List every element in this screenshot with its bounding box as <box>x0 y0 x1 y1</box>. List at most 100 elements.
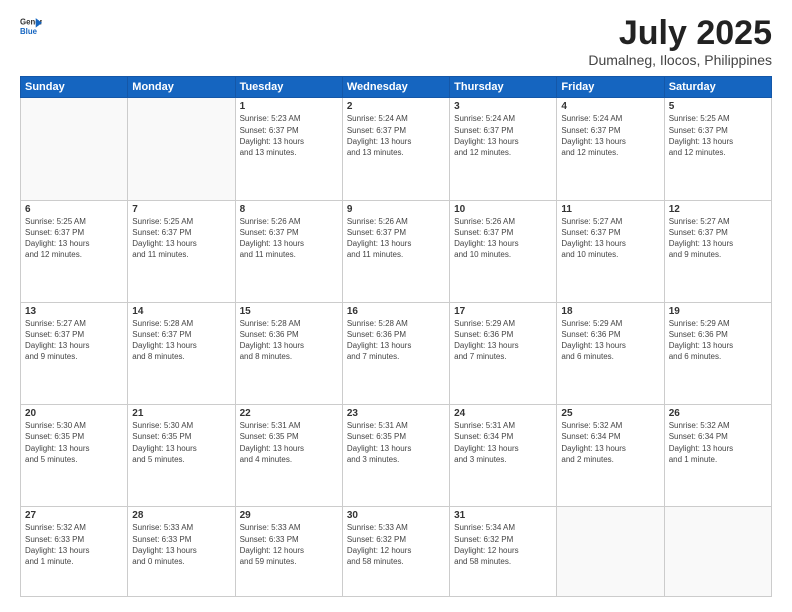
calendar-cell: 23Sunrise: 5:31 AM Sunset: 6:35 PM Dayli… <box>342 405 449 507</box>
day-number: 3 <box>454 101 552 112</box>
svg-text:Blue: Blue <box>20 27 38 36</box>
calendar-cell: 11Sunrise: 5:27 AM Sunset: 6:37 PM Dayli… <box>557 200 664 302</box>
week-row-3: 20Sunrise: 5:30 AM Sunset: 6:35 PM Dayli… <box>21 405 772 507</box>
day-info: Sunrise: 5:31 AM Sunset: 6:34 PM Dayligh… <box>454 420 552 465</box>
day-info: Sunrise: 5:31 AM Sunset: 6:35 PM Dayligh… <box>347 420 445 465</box>
day-info: Sunrise: 5:27 AM Sunset: 6:37 PM Dayligh… <box>25 318 123 363</box>
day-info: Sunrise: 5:33 AM Sunset: 6:32 PM Dayligh… <box>347 522 445 567</box>
day-number: 1 <box>240 101 338 112</box>
day-info: Sunrise: 5:25 AM Sunset: 6:37 PM Dayligh… <box>132 216 230 261</box>
day-number: 13 <box>25 306 123 317</box>
col-thursday: Thursday <box>450 77 557 98</box>
calendar-cell: 2Sunrise: 5:24 AM Sunset: 6:37 PM Daylig… <box>342 98 449 200</box>
logo: General Blue <box>20 15 42 37</box>
page: General Blue July 2025 Dumalneg, Ilocos,… <box>0 0 792 612</box>
day-info: Sunrise: 5:28 AM Sunset: 6:36 PM Dayligh… <box>240 318 338 363</box>
day-number: 25 <box>561 408 659 419</box>
day-number: 20 <box>25 408 123 419</box>
day-info: Sunrise: 5:30 AM Sunset: 6:35 PM Dayligh… <box>25 420 123 465</box>
day-number: 17 <box>454 306 552 317</box>
day-info: Sunrise: 5:29 AM Sunset: 6:36 PM Dayligh… <box>669 318 767 363</box>
day-number: 8 <box>240 204 338 215</box>
logo-icon: General Blue <box>20 15 42 37</box>
calendar-cell: 19Sunrise: 5:29 AM Sunset: 6:36 PM Dayli… <box>664 302 771 404</box>
calendar-cell: 29Sunrise: 5:33 AM Sunset: 6:33 PM Dayli… <box>235 507 342 597</box>
calendar-cell: 4Sunrise: 5:24 AM Sunset: 6:37 PM Daylig… <box>557 98 664 200</box>
day-info: Sunrise: 5:34 AM Sunset: 6:32 PM Dayligh… <box>454 522 552 567</box>
calendar-cell <box>21 98 128 200</box>
day-info: Sunrise: 5:26 AM Sunset: 6:37 PM Dayligh… <box>240 216 338 261</box>
calendar-cell: 5Sunrise: 5:25 AM Sunset: 6:37 PM Daylig… <box>664 98 771 200</box>
main-title: July 2025 <box>588 15 772 52</box>
calendar-cell: 22Sunrise: 5:31 AM Sunset: 6:35 PM Dayli… <box>235 405 342 507</box>
day-number: 28 <box>132 510 230 521</box>
day-info: Sunrise: 5:27 AM Sunset: 6:37 PM Dayligh… <box>561 216 659 261</box>
day-number: 12 <box>669 204 767 215</box>
day-number: 30 <box>347 510 445 521</box>
calendar-cell: 20Sunrise: 5:30 AM Sunset: 6:35 PM Dayli… <box>21 405 128 507</box>
calendar-cell: 17Sunrise: 5:29 AM Sunset: 6:36 PM Dayli… <box>450 302 557 404</box>
calendar-cell: 28Sunrise: 5:33 AM Sunset: 6:33 PM Dayli… <box>128 507 235 597</box>
calendar-cell: 7Sunrise: 5:25 AM Sunset: 6:37 PM Daylig… <box>128 200 235 302</box>
day-number: 26 <box>669 408 767 419</box>
day-info: Sunrise: 5:33 AM Sunset: 6:33 PM Dayligh… <box>240 522 338 567</box>
calendar-cell: 25Sunrise: 5:32 AM Sunset: 6:34 PM Dayli… <box>557 405 664 507</box>
calendar-cell: 21Sunrise: 5:30 AM Sunset: 6:35 PM Dayli… <box>128 405 235 507</box>
day-number: 2 <box>347 101 445 112</box>
calendar-cell: 24Sunrise: 5:31 AM Sunset: 6:34 PM Dayli… <box>450 405 557 507</box>
day-number: 18 <box>561 306 659 317</box>
calendar-cell: 12Sunrise: 5:27 AM Sunset: 6:37 PM Dayli… <box>664 200 771 302</box>
day-info: Sunrise: 5:27 AM Sunset: 6:37 PM Dayligh… <box>669 216 767 261</box>
day-number: 10 <box>454 204 552 215</box>
day-info: Sunrise: 5:30 AM Sunset: 6:35 PM Dayligh… <box>132 420 230 465</box>
day-info: Sunrise: 5:26 AM Sunset: 6:37 PM Dayligh… <box>454 216 552 261</box>
day-info: Sunrise: 5:32 AM Sunset: 6:34 PM Dayligh… <box>561 420 659 465</box>
title-area: July 2025 Dumalneg, Ilocos, Philippines <box>588 15 772 68</box>
calendar-cell: 13Sunrise: 5:27 AM Sunset: 6:37 PM Dayli… <box>21 302 128 404</box>
day-number: 29 <box>240 510 338 521</box>
header: General Blue July 2025 Dumalneg, Ilocos,… <box>20 15 772 68</box>
day-info: Sunrise: 5:26 AM Sunset: 6:37 PM Dayligh… <box>347 216 445 261</box>
calendar-cell: 10Sunrise: 5:26 AM Sunset: 6:37 PM Dayli… <box>450 200 557 302</box>
calendar-cell: 31Sunrise: 5:34 AM Sunset: 6:32 PM Dayli… <box>450 507 557 597</box>
day-number: 4 <box>561 101 659 112</box>
day-number: 14 <box>132 306 230 317</box>
calendar-cell <box>557 507 664 597</box>
day-number: 15 <box>240 306 338 317</box>
col-saturday: Saturday <box>664 77 771 98</box>
week-row-2: 13Sunrise: 5:27 AM Sunset: 6:37 PM Dayli… <box>21 302 772 404</box>
calendar-cell <box>664 507 771 597</box>
day-number: 22 <box>240 408 338 419</box>
day-info: Sunrise: 5:24 AM Sunset: 6:37 PM Dayligh… <box>454 113 552 158</box>
day-number: 19 <box>669 306 767 317</box>
day-info: Sunrise: 5:29 AM Sunset: 6:36 PM Dayligh… <box>561 318 659 363</box>
calendar-cell: 8Sunrise: 5:26 AM Sunset: 6:37 PM Daylig… <box>235 200 342 302</box>
calendar-cell: 30Sunrise: 5:33 AM Sunset: 6:32 PM Dayli… <box>342 507 449 597</box>
day-number: 31 <box>454 510 552 521</box>
calendar-cell: 26Sunrise: 5:32 AM Sunset: 6:34 PM Dayli… <box>664 405 771 507</box>
day-number: 11 <box>561 204 659 215</box>
week-row-1: 6Sunrise: 5:25 AM Sunset: 6:37 PM Daylig… <box>21 200 772 302</box>
calendar-cell: 9Sunrise: 5:26 AM Sunset: 6:37 PM Daylig… <box>342 200 449 302</box>
day-number: 23 <box>347 408 445 419</box>
calendar-cell <box>128 98 235 200</box>
calendar-cell: 15Sunrise: 5:28 AM Sunset: 6:36 PM Dayli… <box>235 302 342 404</box>
col-monday: Monday <box>128 77 235 98</box>
day-info: Sunrise: 5:28 AM Sunset: 6:37 PM Dayligh… <box>132 318 230 363</box>
day-number: 21 <box>132 408 230 419</box>
day-number: 5 <box>669 101 767 112</box>
calendar-cell: 16Sunrise: 5:28 AM Sunset: 6:36 PM Dayli… <box>342 302 449 404</box>
calendar-cell: 3Sunrise: 5:24 AM Sunset: 6:37 PM Daylig… <box>450 98 557 200</box>
col-sunday: Sunday <box>21 77 128 98</box>
day-number: 7 <box>132 204 230 215</box>
day-info: Sunrise: 5:32 AM Sunset: 6:34 PM Dayligh… <box>669 420 767 465</box>
day-info: Sunrise: 5:24 AM Sunset: 6:37 PM Dayligh… <box>561 113 659 158</box>
calendar-cell: 27Sunrise: 5:32 AM Sunset: 6:33 PM Dayli… <box>21 507 128 597</box>
day-number: 9 <box>347 204 445 215</box>
day-info: Sunrise: 5:25 AM Sunset: 6:37 PM Dayligh… <box>669 113 767 158</box>
week-row-4: 27Sunrise: 5:32 AM Sunset: 6:33 PM Dayli… <box>21 507 772 597</box>
calendar-cell: 1Sunrise: 5:23 AM Sunset: 6:37 PM Daylig… <box>235 98 342 200</box>
day-info: Sunrise: 5:25 AM Sunset: 6:37 PM Dayligh… <box>25 216 123 261</box>
col-tuesday: Tuesday <box>235 77 342 98</box>
calendar-table: Sunday Monday Tuesday Wednesday Thursday… <box>20 76 772 597</box>
